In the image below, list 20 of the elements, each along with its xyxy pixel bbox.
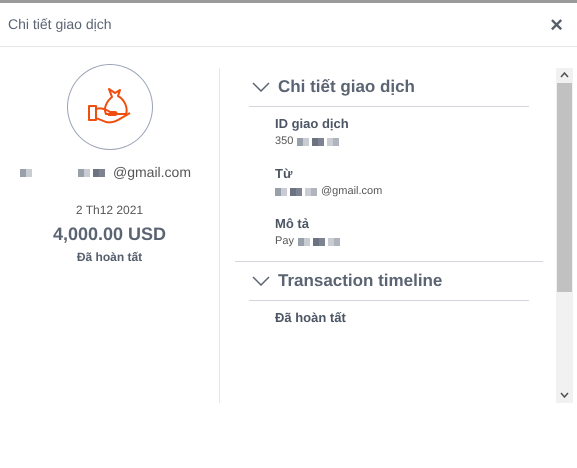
chevron-icon (252, 276, 270, 286)
email-text: @gmail.com (113, 163, 192, 182)
date-text: 2 Th12 2021 (76, 202, 144, 219)
amount-text: 4,000.00 USD (52, 223, 166, 246)
dialog-title: Chi tiết giao dịch (8, 15, 112, 34)
field-label: Từ (275, 167, 294, 180)
field-value: Pay (275, 236, 294, 247)
field-label: Đã hoàn tất (275, 311, 347, 324)
field-value: @gmail.com (321, 186, 382, 197)
field-label: ID giao dịch (275, 117, 350, 130)
close-button[interactable]: × (544, 14, 569, 36)
redaction-mark (78, 168, 105, 176)
status-text: Đã hoàn tất (76, 249, 142, 266)
redaction-mark (20, 168, 32, 176)
section-header[interactable]: Chi tiết giao dịch (252, 68, 415, 106)
field-value: 350 (275, 136, 294, 147)
scrollbar-drawing[interactable] (556, 68, 573, 403)
field-label: Mô tả (275, 217, 310, 230)
chevron-icon (252, 82, 270, 92)
section-header[interactable]: Transaction timeline (252, 262, 442, 300)
